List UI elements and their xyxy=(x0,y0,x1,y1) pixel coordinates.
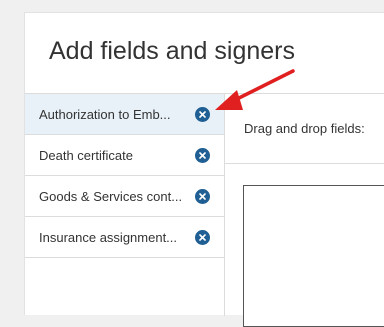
document-label: Authorization to Emb... xyxy=(39,106,171,122)
document-item[interactable]: Goods & Services cont... xyxy=(25,176,224,217)
fields-area: Drag and drop fields: xyxy=(225,93,384,327)
remove-document-icon[interactable] xyxy=(195,147,210,163)
document-item[interactable]: Insurance assignment... xyxy=(25,217,224,258)
close-icon xyxy=(199,192,206,200)
document-drop-area[interactable] xyxy=(243,185,384,327)
document-label: Goods & Services cont... xyxy=(39,188,183,204)
document-label: Death certificate xyxy=(39,147,133,163)
remove-document-icon[interactable] xyxy=(195,106,210,122)
remove-document-icon[interactable] xyxy=(195,229,210,245)
document-label: Insurance assignment... xyxy=(39,229,178,245)
fields-signers-panel: Add fields and signers Authorization to … xyxy=(24,12,384,327)
close-icon xyxy=(199,110,206,118)
document-item[interactable]: Authorization to Emb... xyxy=(25,94,224,135)
drag-drop-label: Drag and drop fields: xyxy=(244,121,365,136)
document-list: Authorization to Emb... Death certificat… xyxy=(25,93,225,316)
page-title: Add fields and signers xyxy=(49,37,295,65)
drag-drop-header: Drag and drop fields: xyxy=(225,94,384,164)
document-item[interactable]: Death certificate xyxy=(25,135,224,176)
close-icon xyxy=(199,151,206,159)
close-icon xyxy=(199,233,206,241)
remove-document-icon[interactable] xyxy=(195,188,210,204)
